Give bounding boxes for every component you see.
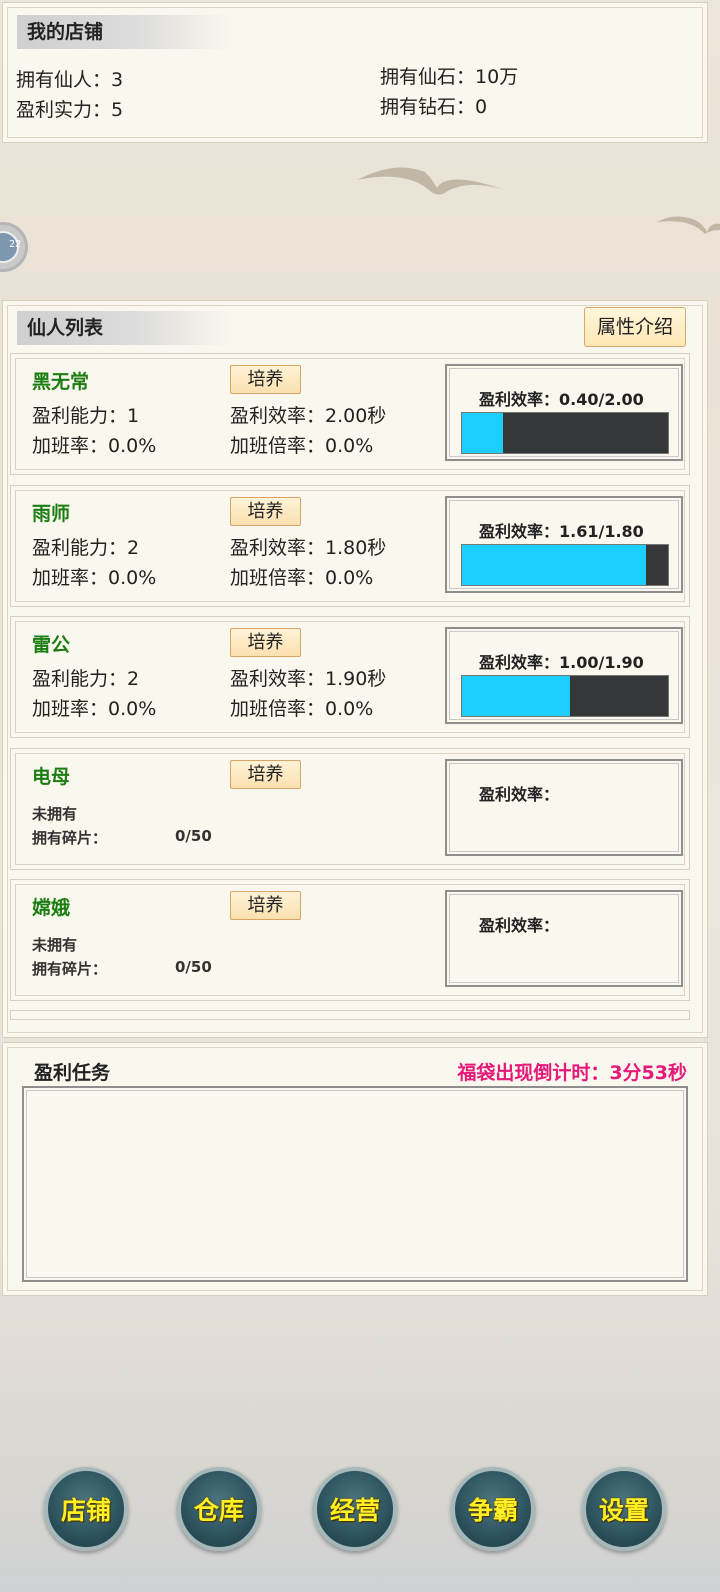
efficiency-box: 盈利效率：1.00/1.90 <box>445 627 683 724</box>
nav-shop-label: 店铺 <box>60 1496 111 1525</box>
immortal-name: 雷公 <box>32 634 71 656</box>
immortals-value: 3 <box>111 69 124 91</box>
profit-efficiency: 盈利效率：1.80秒 <box>230 537 387 559</box>
immortal-name: 电母 <box>32 766 71 788</box>
diamonds-stat: 拥有钻石：0 <box>380 92 487 119</box>
profit-efficiency: 盈利效率：2.00秒 <box>230 405 387 427</box>
immortal-card: 雷公 培养 盈利能力：2 盈利效率：1.90秒 加班率：0.0% 加班倍率：0.… <box>10 616 690 738</box>
nav-warehouse-button[interactable]: 仓库 <box>177 1467 261 1551</box>
train-button[interactable]: 培养 <box>230 891 301 920</box>
efficiency-label: 盈利效率： <box>479 785 560 804</box>
overtime-rate: 加班率：0.0% <box>32 567 157 589</box>
overtime-multiplier: 加班倍率：0.0% <box>230 435 374 457</box>
train-button[interactable]: 培养 <box>230 628 301 657</box>
overtime-multiplier: 加班倍率：0.0% <box>230 698 374 720</box>
immortals-stat: 拥有仙人：3 <box>16 65 123 92</box>
bird-decoration <box>357 167 505 195</box>
efficiency-progress-text: 盈利效率：1.00/1.90 <box>479 653 644 672</box>
power-label: 盈利实力： <box>16 99 112 121</box>
power-stat: 盈利实力：5 <box>16 95 123 122</box>
immortal-name: 黑无常 <box>32 371 90 393</box>
efficiency-box: 盈利效率： <box>445 890 683 987</box>
diamonds-label: 拥有钻石： <box>380 96 476 118</box>
fragments-label: 拥有碎片： <box>32 960 108 978</box>
nav-warehouse-label: 仓库 <box>193 1496 244 1525</box>
immortal-name: 嫦娥 <box>32 897 71 919</box>
nav-compete-button[interactable]: 争霸 <box>451 1467 535 1551</box>
profit-ability: 盈利能力：1 <box>32 405 140 427</box>
efficiency-progress-bar <box>461 412 669 454</box>
efficiency-progress-text: 盈利效率：0.40/2.00 <box>479 390 644 409</box>
nav-manage-button[interactable]: 经营 <box>313 1467 397 1551</box>
profit-ability: 盈利能力：2 <box>32 668 140 690</box>
nav-settings-label: 设置 <box>598 1496 649 1525</box>
immortal-card: 嫦娥 培养 未拥有 拥有碎片： 0/50 盈利效率： <box>10 879 690 1001</box>
task-title: 盈利任务 <box>34 1062 111 1084</box>
not-owned-status: 未拥有 <box>32 805 78 823</box>
efficiency-progress-bar <box>461 544 669 586</box>
profit-ability: 盈利能力：2 <box>32 537 140 559</box>
overtime-rate: 加班率：0.0% <box>32 698 157 720</box>
floating-avatar-button[interactable]: 22 <box>0 222 28 272</box>
not-owned-status: 未拥有 <box>32 936 78 954</box>
fragments-value: 0/50 <box>175 827 212 845</box>
stones-stat: 拥有仙石：10万 <box>380 62 518 89</box>
progress-fill <box>462 413 504 453</box>
train-button[interactable]: 培养 <box>230 497 301 526</box>
nav-compete-label: 争霸 <box>467 1496 518 1525</box>
shop-panel: 我的店铺 拥有仙人：3 盈利实力：5 拥有仙石：10万 拥有钻石：0 <box>2 2 708 143</box>
efficiency-box: 盈利效率： <box>445 759 683 856</box>
immortal-name: 雨师 <box>32 503 71 525</box>
stones-value: 10万 <box>475 66 519 88</box>
progress-fill <box>462 676 571 716</box>
overtime-multiplier: 加班倍率：0.0% <box>230 567 374 589</box>
nav-manage-label: 经营 <box>329 1496 380 1525</box>
power-value: 5 <box>111 99 124 121</box>
lucky-bag-countdown: 福袋出现倒计时：3分53秒 <box>457 1062 687 1084</box>
badge-text: 22 <box>8 239 21 250</box>
immortal-card: 雨师 培养 盈利能力：2 盈利效率：1.80秒 加班率：0.0% 加班倍率：0.… <box>10 485 690 607</box>
stones-label: 拥有仙石： <box>380 66 476 88</box>
immortal-card-partial <box>10 1010 690 1020</box>
list-title: 仙人列表 <box>17 311 233 345</box>
fragments-label: 拥有碎片： <box>32 829 108 847</box>
train-button[interactable]: 培养 <box>230 760 301 789</box>
fragments-value: 0/50 <box>175 958 212 976</box>
efficiency-box: 盈利效率：0.40/2.00 <box>445 364 683 461</box>
nav-shop-button[interactable]: 店铺 <box>44 1467 128 1551</box>
shop-title: 我的店铺 <box>17 15 233 49</box>
efficiency-progress-text: 盈利效率：1.61/1.80 <box>479 522 644 541</box>
immortal-card: 电母 培养 未拥有 拥有碎片： 0/50 盈利效率： <box>10 748 690 870</box>
attribute-intro-button[interactable]: 属性介绍 <box>584 307 686 347</box>
efficiency-progress-bar <box>461 675 669 717</box>
overtime-rate: 加班率：0.0% <box>32 435 157 457</box>
efficiency-box: 盈利效率：1.61/1.80 <box>445 496 683 593</box>
task-list-area[interactable] <box>22 1086 688 1282</box>
nav-settings-button[interactable]: 设置 <box>582 1467 666 1551</box>
efficiency-label: 盈利效率： <box>479 916 560 935</box>
bird-decoration-2 <box>657 216 720 234</box>
progress-fill <box>462 545 647 585</box>
profit-efficiency: 盈利效率：1.90秒 <box>230 668 387 690</box>
diamonds-value: 0 <box>475 96 488 118</box>
train-button[interactable]: 培养 <box>230 365 301 394</box>
immortal-card: 黑无常 培养 盈利能力：1 盈利效率：2.00秒 加班率：0.0% 加班倍率：0… <box>10 353 690 475</box>
immortals-label: 拥有仙人： <box>16 69 112 91</box>
